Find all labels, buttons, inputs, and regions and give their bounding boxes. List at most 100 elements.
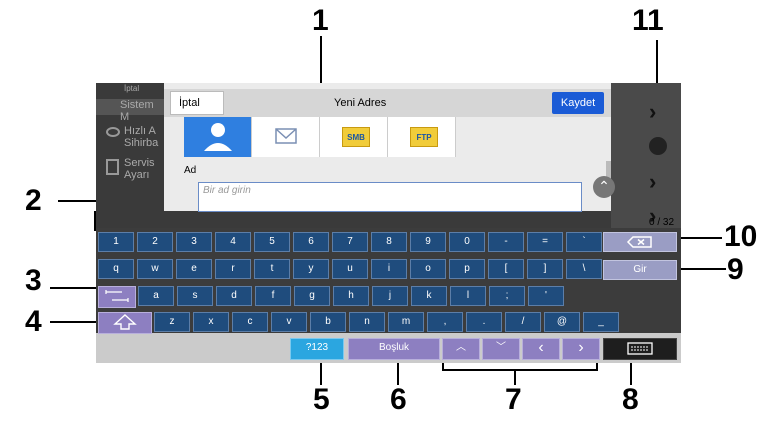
cursor-right-button[interactable]: › bbox=[562, 338, 600, 360]
key-row1-7[interactable]: 8 bbox=[371, 232, 407, 252]
key-row2-9[interactable]: p bbox=[449, 259, 485, 279]
name-input[interactable]: Bir ad girin bbox=[198, 182, 582, 212]
key-row4-6[interactable]: m bbox=[388, 312, 424, 332]
key-row2-4[interactable]: t bbox=[254, 259, 290, 279]
on-screen-keyboard: 1 2 3 4 5 6 7 8 9 0- = ` q w e r t y u i o p[] \ a s d f g h j k l; ' … bbox=[96, 228, 681, 363]
hide-keyboard-button[interactable] bbox=[603, 338, 677, 360]
key-row4-8[interactable]: . bbox=[466, 312, 502, 332]
key-row2-0[interactable]: q bbox=[98, 259, 134, 279]
name-field-label: Ad bbox=[184, 165, 197, 176]
tab-key[interactable] bbox=[98, 286, 136, 308]
key-row1-8[interactable]: 9 bbox=[410, 232, 446, 252]
sidebar-item-label: Hızlı A bbox=[124, 125, 156, 137]
chevron-left-icon: ‹ bbox=[538, 339, 544, 356]
cursor-left-button[interactable]: ‹ bbox=[522, 338, 560, 360]
sidebar-item-cancel: İptal bbox=[124, 84, 140, 93]
backspace-button[interactable] bbox=[603, 232, 677, 252]
callout-line-4 bbox=[50, 321, 98, 323]
callout-9: 9 bbox=[727, 253, 744, 286]
key-row1-12[interactable]: ` bbox=[566, 232, 602, 252]
key-row3-0[interactable]: a bbox=[138, 286, 174, 306]
callout-8: 8 bbox=[622, 383, 639, 416]
key-row2-8[interactable]: o bbox=[410, 259, 446, 279]
key-row3-10[interactable]: ' bbox=[528, 286, 564, 306]
key-row3-7[interactable]: k bbox=[411, 286, 447, 306]
chevron-right-icon: › bbox=[649, 169, 657, 194]
device-screen: İptal Sistem M Hızlı A Sihirba Servis Ay… bbox=[96, 83, 681, 363]
status-dot-icon bbox=[649, 137, 667, 155]
sidebar-item-system: Sistem M bbox=[96, 99, 164, 123]
key-row4-1[interactable]: x bbox=[193, 312, 229, 332]
key-row3-5[interactable]: h bbox=[333, 286, 369, 306]
key-row2-6[interactable]: u bbox=[332, 259, 368, 279]
backspace-icon bbox=[626, 236, 652, 248]
key-row1-3[interactable]: 4 bbox=[215, 232, 251, 252]
key-row4-3[interactable]: v bbox=[271, 312, 307, 332]
key-row1-11[interactable]: = bbox=[527, 232, 563, 252]
callout-line-7 bbox=[514, 369, 516, 385]
key-row2-11[interactable]: ] bbox=[527, 259, 563, 279]
key-row1-6[interactable]: 7 bbox=[332, 232, 368, 252]
save-button[interactable]: Kaydet bbox=[552, 92, 604, 114]
sidebar-item-sub: Sihirba bbox=[124, 137, 159, 149]
key-row2-12[interactable]: \ bbox=[566, 259, 602, 279]
callout-4: 4 bbox=[25, 305, 42, 338]
eye-icon bbox=[106, 127, 120, 137]
space-button[interactable]: Boşluk bbox=[348, 338, 440, 360]
key-row4-10[interactable]: @ bbox=[544, 312, 580, 332]
key-row4-4[interactable]: b bbox=[310, 312, 346, 332]
key-row1-0[interactable]: 1 bbox=[98, 232, 134, 252]
cursor-down-button[interactable]: ﹀ bbox=[482, 338, 520, 360]
key-row3-3[interactable]: f bbox=[255, 286, 291, 306]
key-row3-4[interactable]: g bbox=[294, 286, 330, 306]
key-row4-0[interactable]: z bbox=[154, 312, 190, 332]
envelope-icon bbox=[275, 128, 297, 144]
callout-line-9 bbox=[676, 268, 726, 270]
key-row1-9[interactable]: 0 bbox=[449, 232, 485, 252]
cursor-up-button[interactable]: ︿ bbox=[442, 338, 480, 360]
cancel-button[interactable]: İptal bbox=[170, 91, 224, 115]
key-row1-4[interactable]: 5 bbox=[254, 232, 290, 252]
callout-5: 5 bbox=[313, 383, 330, 416]
shift-arrow-icon bbox=[113, 314, 137, 330]
tab-contact[interactable] bbox=[184, 117, 252, 157]
key-row3-1[interactable]: s bbox=[177, 286, 213, 306]
callout-line-3 bbox=[50, 287, 98, 289]
enter-button[interactable]: Gir bbox=[603, 260, 677, 280]
ftp-folder-icon: FTP bbox=[410, 127, 438, 147]
person-icon bbox=[204, 123, 232, 151]
key-row1-10[interactable]: - bbox=[488, 232, 524, 252]
key-row1-5[interactable]: 6 bbox=[293, 232, 329, 252]
document-icon bbox=[106, 159, 119, 175]
key-row1-2[interactable]: 3 bbox=[176, 232, 212, 252]
key-row2-5[interactable]: y bbox=[293, 259, 329, 279]
key-row2-10[interactable]: [ bbox=[488, 259, 524, 279]
scroll-up-icon[interactable]: ⌃ bbox=[593, 176, 615, 198]
key-row2-1[interactable]: w bbox=[137, 259, 173, 279]
key-row4-2[interactable]: c bbox=[232, 312, 268, 332]
new-address-dialog: İptal Yeni Adres Kaydet SMB FTP Ad Bir a… bbox=[164, 83, 611, 212]
key-row3-8[interactable]: l bbox=[450, 286, 486, 306]
tab-ftp[interactable]: FTP bbox=[388, 117, 456, 157]
key-row2-2[interactable]: e bbox=[176, 259, 212, 279]
key-row3-2[interactable]: d bbox=[216, 286, 252, 306]
key-row2-7[interactable]: i bbox=[371, 259, 407, 279]
key-row3-6[interactable]: j bbox=[372, 286, 408, 306]
key-row2-3[interactable]: r bbox=[215, 259, 251, 279]
background-right-panel bbox=[611, 83, 681, 228]
key-row4-7[interactable]: , bbox=[427, 312, 463, 332]
key-row4-11[interactable]: _ bbox=[583, 312, 619, 332]
callout-10: 10 bbox=[724, 220, 758, 253]
key-row4-9[interactable]: / bbox=[505, 312, 541, 332]
key-row4-5[interactable]: n bbox=[349, 312, 385, 332]
chevron-down-icon: ﹀ bbox=[496, 342, 506, 353]
key-row1-1[interactable]: 2 bbox=[137, 232, 173, 252]
chevron-right-icon: › bbox=[649, 99, 657, 124]
key-row3-9[interactable]: ; bbox=[489, 286, 525, 306]
tab-smb[interactable]: SMB bbox=[320, 117, 388, 157]
shift-key[interactable] bbox=[98, 312, 152, 334]
sidebar-item-label: Servis bbox=[124, 157, 155, 169]
symbols-button[interactable]: ?123 bbox=[290, 338, 344, 360]
dialog-title: Yeni Adres bbox=[334, 97, 387, 109]
tab-email[interactable] bbox=[252, 117, 320, 157]
